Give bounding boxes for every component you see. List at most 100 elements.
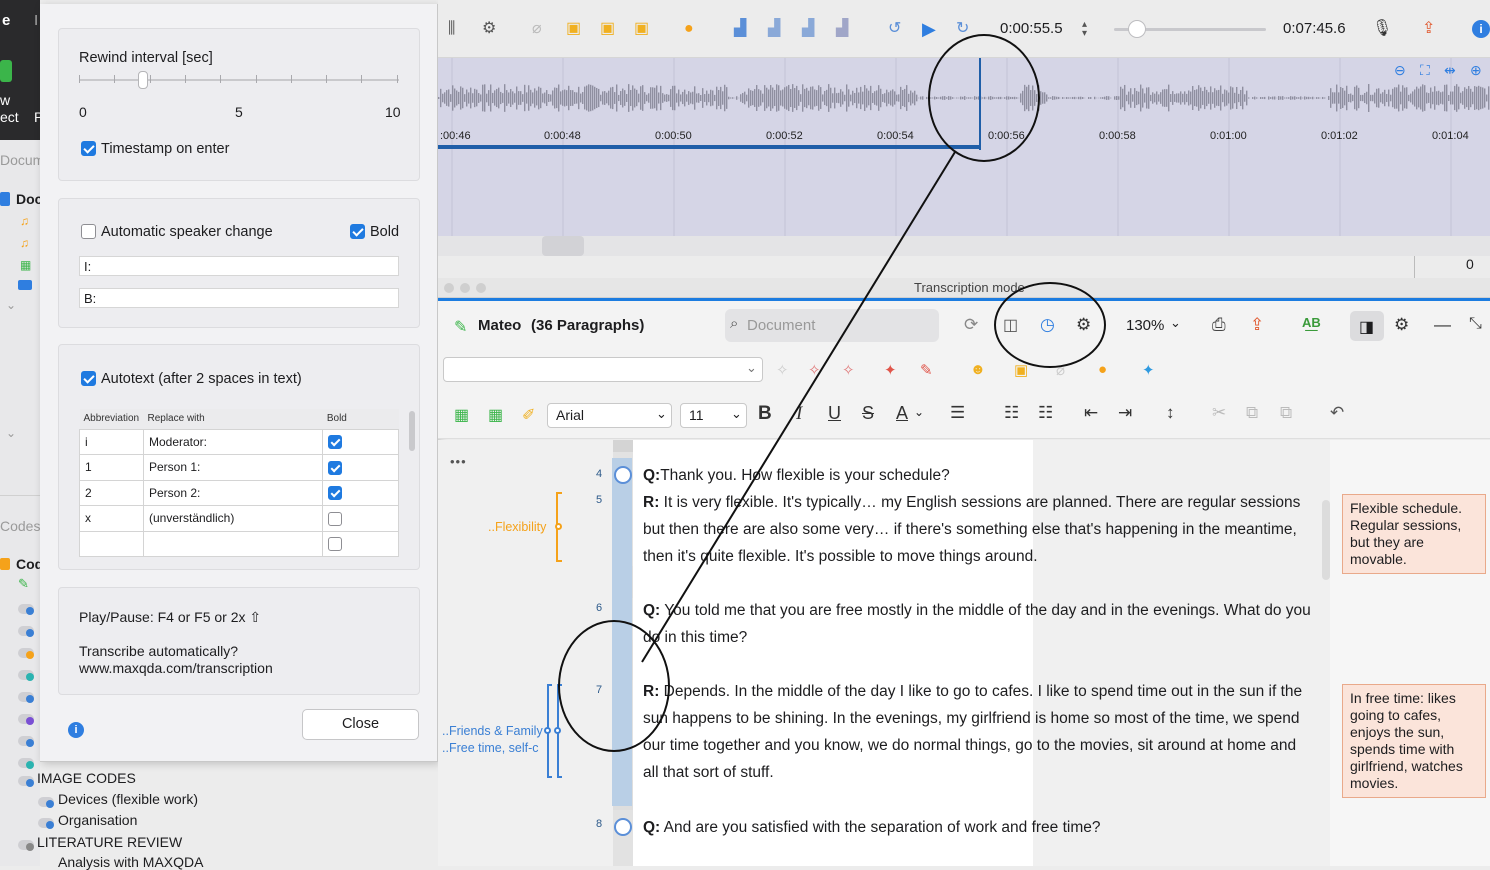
export-icon[interactable]: ⇪ [1250,315,1264,335]
chevron-down-icon-2[interactable]: ⌄ [6,426,16,440]
rewind-slider-knob[interactable] [138,71,148,89]
spellcheck-icon[interactable]: A͟B [1302,315,1321,330]
volume-slider-knob[interactable] [1128,20,1146,38]
info-icon[interactable]: i [1472,20,1490,38]
outdent-icon[interactable]: ⇤ [1084,403,1098,423]
close-button[interactable]: Close [302,709,419,740]
zoom-select[interactable]: 130% [1126,317,1164,334]
abbr-cell[interactable]: 2 [80,480,144,506]
codes-header[interactable]: Codes [0,518,40,534]
emoticode-icon[interactable]: ☻ [970,361,986,378]
export-icon[interactable]: ▣ [634,20,649,38]
clear-format-icon[interactable]: ✐ [522,405,535,425]
abbr-cell[interactable]: i [80,429,144,455]
gear-icon[interactable]: ⚙ [482,20,496,38]
bold-row-checkbox[interactable] [328,486,342,500]
window-zoom-button[interactable] [476,283,486,293]
export-upload-icon[interactable]: ⇪ [1422,20,1435,38]
info-icon[interactable]: i [68,722,84,738]
play-icon[interactable]: ▶ [922,20,936,38]
equalizer-icon[interactable]: ⫼ [448,20,455,38]
ai-assist-icon[interactable]: ✦ [1142,361,1155,379]
code-in-vivo-icon[interactable]: ✧ [808,361,821,379]
timestamp-checkbox[interactable] [81,141,96,156]
insert-date-icon[interactable]: ▦ [454,405,469,425]
code-stripe-handle[interactable] [555,523,562,530]
memo-free-time[interactable]: In free time: likes going to cafes, enjo… [1342,684,1486,798]
microphone-icon[interactable]: 🎙 [1372,20,1392,38]
gear-icon[interactable]: ⚙ [1394,315,1409,335]
font-size-select[interactable]: 11 ⌄ [680,403,747,428]
auto-speaker-checkbox[interactable] [81,224,96,239]
new-project-icon[interactable] [0,60,12,82]
undock-icon[interactable]: ⤡ [1469,315,1482,333]
paragraph[interactable]: R: Depends. In the middle of the day I l… [643,678,1315,786]
freetime-code-label[interactable]: ..Free time, self-c [442,741,539,755]
abbr-cell[interactable]: 1 [80,455,144,481]
insert-table-icon[interactable]: ▦ [488,405,503,425]
replace-cell[interactable]: Moderator: [143,429,322,455]
waveform-remove-icon[interactable]: ▟ [836,20,848,38]
fit-icon[interactable]: ⛶ [1420,62,1430,79]
indent-icon[interactable]: ⇥ [1118,403,1132,423]
chevron-down-icon[interactable]: ⌄ [1170,315,1181,331]
literature-review-item[interactable]: LITERATURE REVIEW [37,834,182,850]
table-scrollbar[interactable] [409,411,415,451]
memo-icon[interactable]: ● [1098,361,1107,378]
bold-row-checkbox[interactable] [328,537,342,551]
font-color-icon[interactable]: A [896,403,908,424]
table-row[interactable] [80,531,399,557]
speaker-2-field[interactable]: B: [79,288,399,308]
waveform-icon-2[interactable]: ▟ [768,20,780,38]
color-code-icon[interactable]: ✦ [884,361,897,379]
memo-icon[interactable]: ● [684,20,694,38]
documents-header[interactable]: Docum [0,152,44,168]
sync-icon[interactable]: ⟳ [964,315,978,335]
underline-icon[interactable]: U [828,403,841,424]
paragraph[interactable]: R: It is very flexible. It's typically… … [643,489,1315,570]
panel-toggle-button[interactable]: ◨ [1350,311,1384,341]
memo-flexible-schedule[interactable]: Flexible schedule. Regular sessions, but… [1342,494,1486,574]
bold-icon[interactable]: B [758,403,772,425]
window-close-button[interactable] [444,283,454,293]
time-stepper[interactable]: ▴▾ [1082,20,1087,38]
bold-row-checkbox[interactable] [328,461,342,475]
paragraph[interactable]: Q: And are you satisfied with the separa… [643,814,1315,841]
paste-icon[interactable]: ⧉ [1280,403,1292,423]
code-stripe-handle[interactable] [554,727,561,734]
replace-cell[interactable]: Person 2: [143,480,322,506]
font-select[interactable]: Arial ⌄ [547,403,672,428]
align-icon[interactable]: ☰ [950,403,965,423]
copy-icon[interactable]: ⧉ [1246,403,1258,423]
highlighter-icon[interactable]: ✎ [920,361,933,379]
table-row[interactable]: x (unverständlich) [80,506,399,532]
add-folder-icon[interactable]: ▣ [566,20,581,38]
col-replace-with[interactable]: Replace with [143,409,322,429]
replace-cell[interactable] [143,531,322,557]
table-row[interactable]: 2 Person 2: [80,480,399,506]
minimize-icon[interactable]: — [1434,315,1451,335]
waveform-icon-3[interactable]: ▟ [802,20,814,38]
rewind-icon[interactable]: ↺ [888,20,901,38]
timestamp-icon[interactable] [614,466,632,484]
forward-icon[interactable]: ↻ [956,20,969,38]
speaker-1-field[interactable]: I: [79,256,399,276]
import-icon[interactable]: ▣ [600,20,615,38]
flexibility-code-label[interactable]: ..Flexibility [488,520,546,534]
chevron-down-icon[interactable]: ⌄ [914,405,924,419]
current-time[interactable]: 0:00:55.5 [1000,20,1063,37]
bold-row-checkbox[interactable] [328,512,342,526]
replace-cell[interactable]: (unverständlich) [143,506,322,532]
waveform-icon[interactable]: ▟ [734,20,746,38]
paragraph[interactable]: Q: You told me that you are free mostly … [643,597,1315,651]
transcribe-link[interactable]: www.maxqda.com/transcription [79,660,273,676]
waveform-scrollbar[interactable] [438,236,1490,256]
ribbon-tab-fragment[interactable]: e [2,12,10,29]
autotext-checkbox[interactable] [81,371,96,386]
bullet-list-icon[interactable]: ☷ [1004,403,1019,423]
window-minimize-button[interactable] [460,283,470,293]
document-scrollbar[interactable] [1322,500,1330,580]
code-icon[interactable]: ✧ [776,361,789,379]
document-search[interactable]: ⌕ Document [725,309,939,342]
line-spacing-icon[interactable]: ↕ [1166,403,1175,423]
